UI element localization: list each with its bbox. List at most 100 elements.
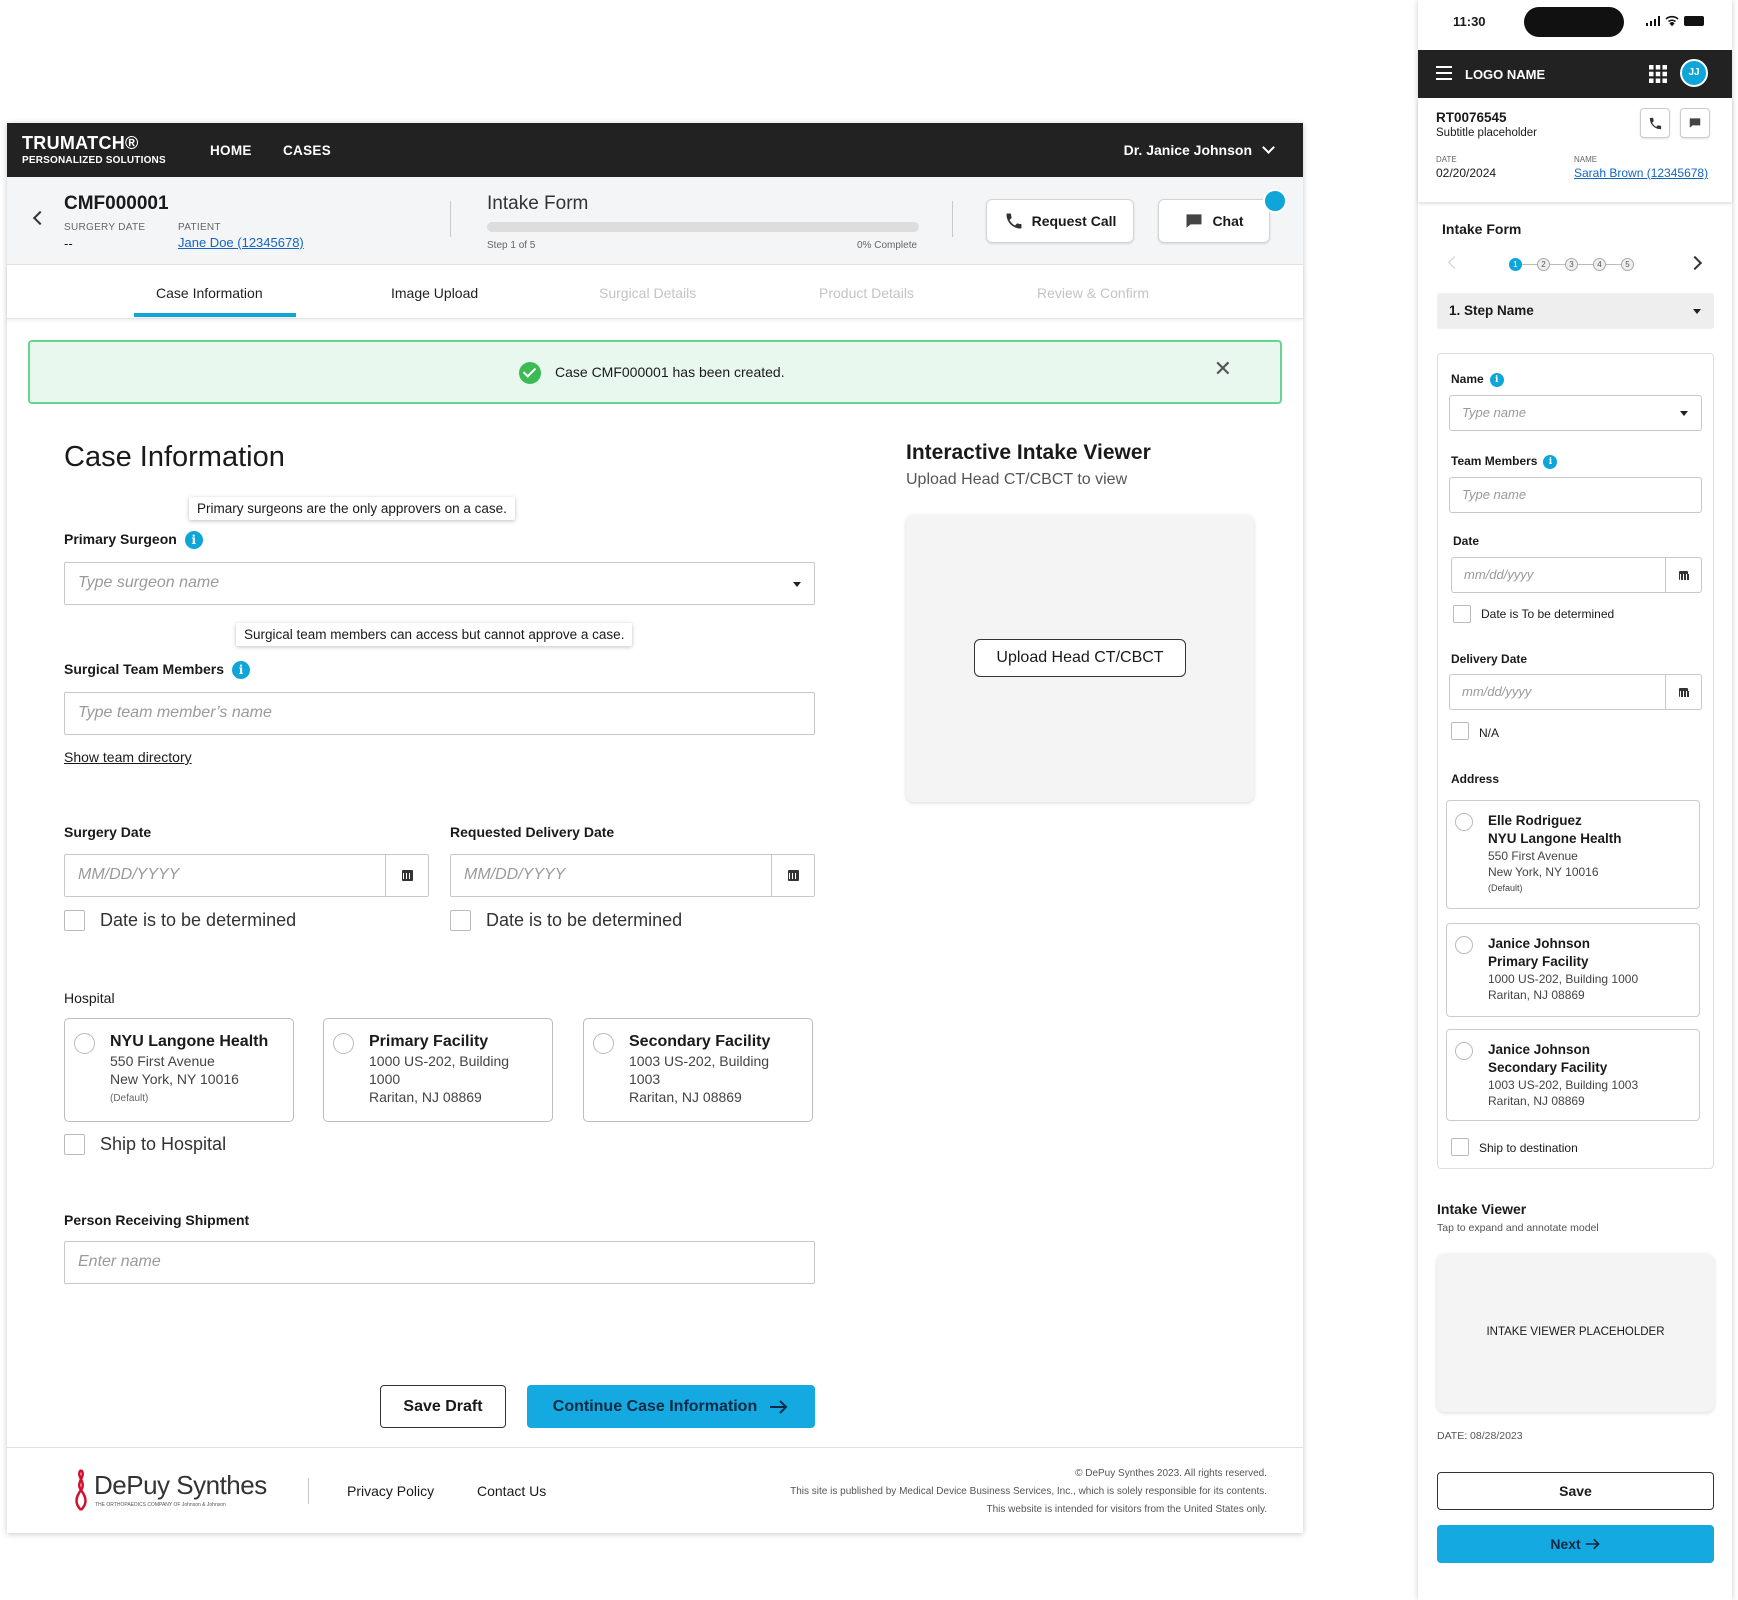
- receiver-placeholder: Enter name: [78, 1253, 161, 1270]
- tab-case-information[interactable]: Case Information: [156, 285, 263, 301]
- chat-icon: [1186, 214, 1202, 228]
- chat-button[interactable]: Chat: [1158, 199, 1270, 243]
- step-4[interactable]: 4: [1593, 258, 1606, 271]
- menu-icon[interactable]: [1436, 66, 1452, 80]
- phone-icon: [1006, 213, 1022, 229]
- calendar-button[interactable]: [771, 855, 814, 896]
- mobile-viewer-title: Intake Viewer: [1437, 1201, 1527, 1217]
- depuy-ribbon-icon: [75, 1469, 87, 1511]
- save-draft-button[interactable]: Save Draft: [380, 1385, 506, 1428]
- user-menu[interactable]: Dr. Janice Johnson: [1124, 141, 1275, 158]
- close-icon[interactable]: ✕: [1214, 358, 1232, 380]
- brand-name: TRUMATCH®: [22, 133, 139, 153]
- patient-link[interactable]: Jane Doe (12345678): [178, 235, 304, 250]
- surgery-date-label: SURGERY DATE: [64, 222, 146, 233]
- depuy-logo-text: DePuy Synthes: [94, 1470, 267, 1500]
- continue-label: Continue Case Information: [552, 1397, 758, 1415]
- team-members-input[interactable]: Type team member’s name: [64, 692, 815, 735]
- address-radio[interactable]: [1455, 1042, 1473, 1060]
- address-card[interactable]: Janice Johnson Secondary Facility 1003 U…: [1446, 1029, 1700, 1121]
- info-icon[interactable]: i: [184, 531, 203, 550]
- hospital-card[interactable]: Secondary Facility 1003 US-202, Building…: [583, 1018, 813, 1122]
- step-select-value: 1. Step Name: [1449, 303, 1534, 318]
- continue-button[interactable]: Continue Case Information: [527, 1385, 815, 1428]
- contact-us-link[interactable]: Contact Us: [477, 1483, 546, 1499]
- hospital-radio[interactable]: [333, 1033, 354, 1054]
- alert-message: Case CMF000001 has been created.: [555, 364, 785, 380]
- nav-cases[interactable]: CASES: [283, 143, 331, 158]
- hospital-label: Hospital: [64, 990, 115, 1006]
- back-chevron-icon[interactable]: [32, 210, 48, 226]
- arrow-right-icon: [1585, 1538, 1600, 1550]
- mobile-case-header: RT0076545 Subtitle placeholder DATE 02/2…: [1418, 98, 1732, 202]
- primary-surgeon-input[interactable]: Type surgeon name: [64, 562, 815, 605]
- date-tbd-checkbox[interactable]: [1453, 605, 1471, 623]
- name-link[interactable]: Sarah Brown (12345678): [1574, 166, 1708, 180]
- privacy-policy-link[interactable]: Privacy Policy: [347, 1483, 434, 1499]
- surgery-date-tbd-label: Date is to be determined: [100, 910, 297, 930]
- calendar-button[interactable]: [385, 855, 428, 896]
- request-call-button[interactable]: Request Call: [986, 199, 1134, 243]
- hospital-card[interactable]: NYU Langone Health 550 First Avenue New …: [64, 1018, 294, 1122]
- caret-down-icon: [1693, 309, 1701, 314]
- footer: DePuy Synthes THE ORTHOPAEDICS COMPANY O…: [7, 1447, 1303, 1533]
- delivery-date-tbd-checkbox[interactable]: [450, 910, 471, 931]
- step-select[interactable]: 1. Step Name: [1437, 293, 1714, 329]
- hospital-radio[interactable]: [74, 1033, 95, 1054]
- viewer-title: Interactive Intake Viewer: [906, 441, 1151, 464]
- address-radio[interactable]: [1455, 936, 1473, 954]
- step-3[interactable]: 3: [1565, 258, 1578, 271]
- surgery-date-tbd-checkbox[interactable]: [64, 910, 85, 931]
- ship-to-hospital-checkbox[interactable]: [64, 1134, 85, 1155]
- tab-image-upload[interactable]: Image Upload: [391, 285, 478, 301]
- surgery-date-placeholder: MM/DD/YYYY: [78, 866, 180, 883]
- hospital-radio[interactable]: [593, 1033, 614, 1054]
- delivery-input[interactable]: mm/dd/yyyy: [1449, 674, 1702, 710]
- apps-grid-icon[interactable]: [1649, 65, 1667, 83]
- calendar-icon: [401, 870, 413, 881]
- call-button[interactable]: [1640, 108, 1670, 138]
- date-input[interactable]: mm/dd/yyyy: [1451, 557, 1702, 593]
- calendar-button[interactable]: [1665, 558, 1701, 592]
- info-icon[interactable]: i: [232, 661, 251, 680]
- name-input[interactable]: Type name: [1449, 395, 1702, 431]
- hospital-line: 1003 US-202, Building: [629, 1053, 770, 1069]
- chat-button[interactable]: [1680, 108, 1710, 138]
- hospital-line: Raritan, NJ 08869: [369, 1089, 482, 1105]
- nav-home[interactable]: HOME: [210, 143, 252, 158]
- calendar-button[interactable]: [1665, 675, 1701, 709]
- surgery-date-input[interactable]: MM/DD/YYYY: [64, 854, 429, 897]
- receiver-input[interactable]: Enter name: [64, 1241, 815, 1284]
- address-name: Elle Rodriguez: [1488, 813, 1582, 828]
- delivery-date-field-label: Requested Delivery Date: [450, 824, 615, 840]
- hospital-line: Raritan, NJ 08869: [629, 1089, 742, 1105]
- step-1[interactable]: 1: [1509, 258, 1522, 271]
- brand-logo[interactable]: TRUMATCH® PERSONALIZED SOLUTIONS: [22, 133, 166, 166]
- hospital-line: 1003: [629, 1071, 661, 1087]
- address-card[interactable]: Janice Johnson Primary Facility 1000 US-…: [1446, 923, 1700, 1017]
- mobile-header: LOGO NAME JJ: [1418, 50, 1732, 98]
- divider: [952, 201, 953, 237]
- hospital-card[interactable]: Primary Facility 1000 US-202, Building 1…: [323, 1018, 553, 1122]
- viewer-date: DATE: 08/28/2023: [1437, 1430, 1523, 1442]
- next-step-icon[interactable]: [1687, 255, 1703, 271]
- mobile-save-button[interactable]: Save: [1437, 1472, 1714, 1510]
- show-team-directory-link[interactable]: Show team directory: [64, 749, 192, 765]
- delivery-date-input[interactable]: MM/DD/YYYY: [450, 854, 815, 897]
- team-input[interactable]: Type name: [1449, 477, 1702, 513]
- address-radio[interactable]: [1455, 813, 1473, 831]
- mobile-viewer-panel[interactable]: INTAKE VIEWER PLACEHOLDER: [1437, 1254, 1714, 1412]
- step-5[interactable]: 5: [1621, 258, 1634, 271]
- na-checkbox[interactable]: [1451, 722, 1469, 740]
- info-icon[interactable]: i: [1489, 372, 1504, 387]
- step-2[interactable]: 2: [1537, 258, 1550, 271]
- request-call-label: Request Call: [1031, 213, 1117, 229]
- upload-ct-button[interactable]: Upload Head CT/CBCT: [974, 639, 1186, 677]
- info-icon[interactable]: i: [1543, 454, 1558, 469]
- mobile-next-button[interactable]: Next: [1437, 1525, 1714, 1563]
- divider: [450, 201, 451, 237]
- address-card[interactable]: Elle Rodriguez NYU Langone Health 550 Fi…: [1446, 800, 1700, 909]
- calendar-icon: [787, 870, 799, 881]
- ship-destination-checkbox[interactable]: [1451, 1138, 1469, 1156]
- avatar[interactable]: JJ: [1680, 59, 1708, 87]
